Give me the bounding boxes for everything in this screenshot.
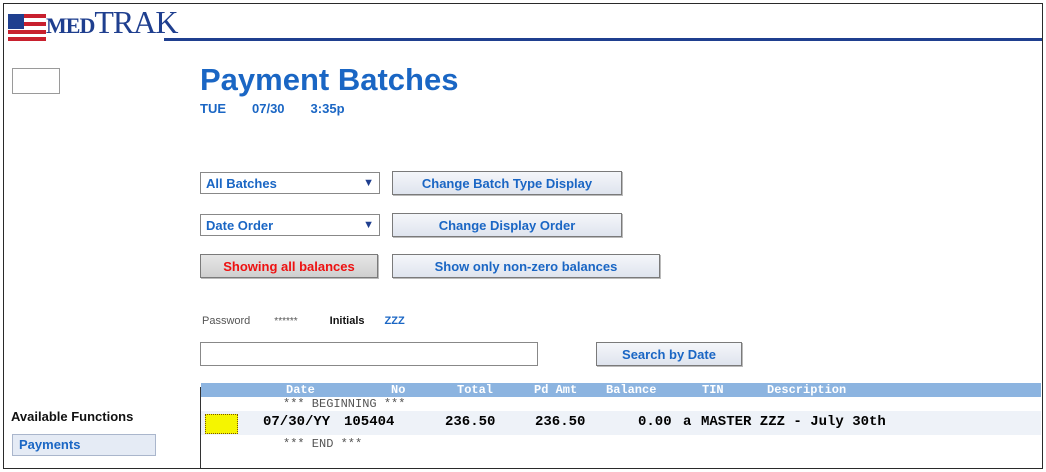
- table-row[interactable]: 07/30/YY 105404 236.50 236.50 0.00 a MAS…: [201, 411, 1041, 435]
- col-date[interactable]: Date: [286, 383, 315, 397]
- cell-no: 105404: [344, 414, 395, 430]
- header-rule: [164, 38, 1042, 41]
- date-label: 07/30: [252, 101, 285, 116]
- password-label: Password: [202, 315, 251, 327]
- beginning-marker: *** BEGINNING ***: [283, 397, 406, 411]
- day-label: TUE: [200, 101, 226, 116]
- logo-prefix: MED: [46, 13, 95, 38]
- col-total[interactable]: Total: [457, 383, 493, 397]
- col-tin[interactable]: TIN: [702, 383, 724, 397]
- display-order-value: Date Order: [206, 217, 274, 233]
- command-input[interactable]: [12, 68, 60, 94]
- credentials-line: Password ****** Initials ZZZ: [202, 315, 405, 327]
- flag-logo-icon: [8, 14, 46, 41]
- beginning-marker-row: *** BEGINNING ***: [201, 397, 1041, 411]
- change-batch-type-button[interactable]: Change Batch Type Display: [392, 171, 622, 195]
- col-no[interactable]: No: [391, 383, 405, 397]
- initials-label: Initials: [329, 315, 365, 327]
- search-date-input[interactable]: [200, 342, 538, 366]
- col-balance[interactable]: Balance: [606, 383, 656, 397]
- batch-type-select[interactable]: All Batches ▼: [200, 172, 380, 194]
- table-header: Date No Total Pd Amt Balance TIN Descrip…: [201, 383, 1041, 397]
- date-bar: TUE 07/30 3:35p: [200, 101, 345, 116]
- showing-all-balances-button[interactable]: Showing all balances: [200, 254, 378, 278]
- chevron-down-icon: ▼: [363, 219, 374, 231]
- page-title: Payment Batches: [200, 62, 459, 97]
- password-value: ******: [274, 315, 298, 327]
- medtrak-logo: MEDTRAK: [8, 4, 178, 41]
- cell-balance: 0.00: [638, 414, 672, 430]
- cell-tin: a: [683, 414, 692, 430]
- initials-value: ZZZ: [384, 315, 405, 327]
- available-functions-heading: Available Functions: [11, 409, 134, 424]
- cell-pd-amt: 236.50: [535, 414, 586, 430]
- app-window: MEDTRAK Payment Batches TUE 07/30 3:35p …: [3, 3, 1043, 469]
- change-display-order-button[interactable]: Change Display Order: [392, 213, 622, 237]
- show-nonzero-balances-button[interactable]: Show only non-zero balances: [392, 254, 660, 278]
- end-marker: *** END ***: [283, 437, 363, 451]
- row-select-cell[interactable]: [205, 414, 238, 434]
- cell-total: 236.50: [445, 414, 496, 430]
- chevron-down-icon: ▼: [363, 177, 374, 189]
- col-pd-amt[interactable]: Pd Amt: [534, 383, 577, 397]
- search-by-date-button[interactable]: Search by Date: [596, 342, 742, 366]
- time-label: 3:35p: [310, 101, 345, 116]
- display-order-select[interactable]: Date Order ▼: [200, 214, 380, 236]
- sidebar-item-payments[interactable]: Payments: [12, 434, 156, 456]
- batches-table: Date No Total Pd Amt Balance TIN Descrip…: [201, 383, 1041, 451]
- logo-text: TRAK: [94, 4, 178, 40]
- cell-date: 07/30/YY: [263, 414, 331, 430]
- end-marker-row: *** END ***: [201, 435, 1041, 451]
- col-description[interactable]: Description: [767, 383, 846, 397]
- cell-description: MASTER ZZZ - July 30th: [701, 414, 886, 430]
- batch-type-value: All Batches: [206, 175, 277, 191]
